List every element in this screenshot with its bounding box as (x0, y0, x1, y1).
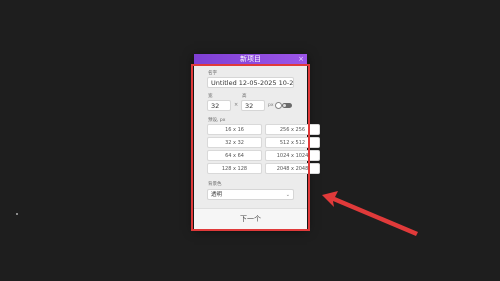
app-canvas-background: 新项目 × 名字 Untitled 12-05-2025 10-22- 宽 高 … (0, 0, 500, 281)
pointer-arrow-icon (322, 191, 418, 236)
